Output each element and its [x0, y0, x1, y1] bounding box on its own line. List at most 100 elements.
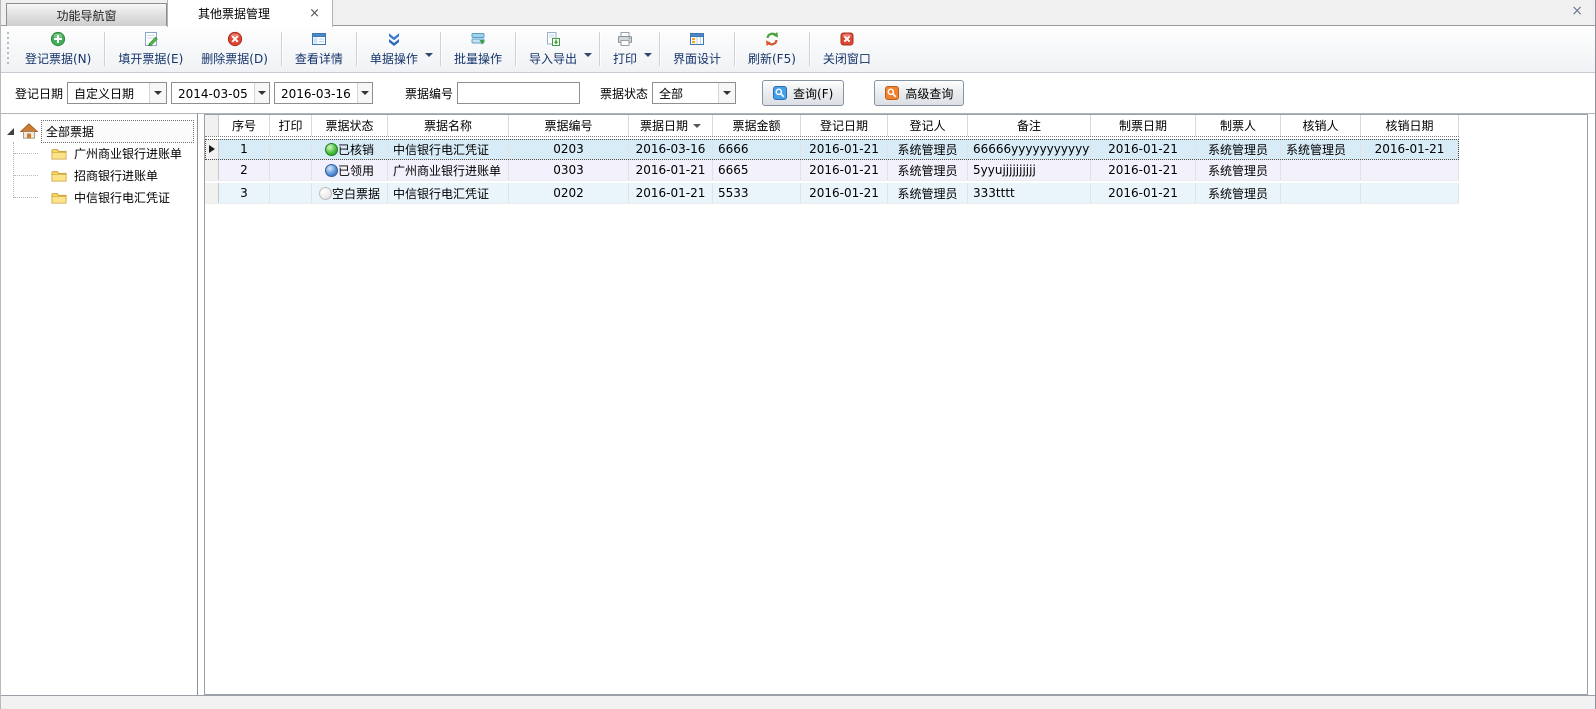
app-window: 功能导航窗 其他票据管理 × × 登记票据(N)填开票据(E)删除票据(D) 查看… [0, 0, 1596, 709]
toolbar-button[interactable]: 登记票据(N) [16, 29, 100, 69]
sidebar-item[interactable]: 广州商业银行进账单 [1, 142, 197, 164]
column-header-label: 票据名称 [424, 117, 472, 134]
cell-verify_date [1361, 183, 1459, 203]
folder-icon [51, 147, 67, 160]
cell-status: 空白票据 [312, 183, 388, 203]
cell-print [270, 183, 312, 203]
sidebar-item-label: 招商银行进账单 [74, 167, 158, 184]
column-header-status[interactable]: 票据状态 [312, 115, 388, 136]
chevron-down-icon[interactable] [254, 83, 269, 103]
column-header-amount[interactable]: 票据金额 [713, 115, 801, 136]
column-header-reg_date[interactable]: 登记日期 [801, 115, 888, 136]
chevron-down-icon[interactable] [357, 83, 372, 103]
advanced-query-button[interactable]: 高级查询 [874, 80, 964, 106]
column-header-label: 核销人 [1302, 117, 1338, 134]
toolbar-button[interactable]: 填开票据(E) [109, 29, 192, 69]
window-close-icon[interactable]: × [1571, 4, 1583, 18]
column-header-reg_user[interactable]: 登记人 [888, 115, 968, 136]
table-row[interactable]: 1已核销中信银行电汇凭证02032016-03-1666662016-01-21… [205, 139, 1459, 160]
column-header-label: 票据日期 [640, 117, 688, 134]
dropdown-arrow-icon[interactable] [644, 53, 652, 61]
cell-amount: 6665 [713, 160, 801, 180]
column-header-note[interactable]: 备注 [968, 115, 1091, 136]
close-window-icon [839, 31, 855, 47]
column-header-make_user[interactable]: 制票人 [1196, 115, 1281, 136]
dropdown-arrow-icon[interactable] [584, 53, 592, 61]
column-header-date[interactable]: 票据日期 [629, 115, 713, 136]
status-select[interactable]: 全部 [652, 82, 736, 104]
row-indicator-header [205, 115, 219, 136]
date-to-select[interactable]: 2016-03-16 [274, 82, 373, 104]
cell-seq: 3 [219, 183, 270, 203]
column-header-print[interactable]: 打印 [270, 115, 312, 136]
cell-date: 2016-01-21 [629, 160, 713, 180]
column-header-no[interactable]: 票据编号 [509, 115, 629, 136]
cell-amount: 5533 [713, 183, 801, 203]
toolbar-button-group: 关闭窗口 [814, 28, 880, 70]
cell-date: 2016-03-16 [629, 139, 713, 159]
tab-other-bills[interactable]: 其他票据管理 × [167, 0, 333, 27]
date-from-select[interactable]: 2014-03-05 [171, 82, 270, 104]
sidebar-item[interactable]: 招商银行进账单 [1, 164, 197, 186]
tab-label: 功能导航窗 [56, 7, 116, 24]
sidebar: 全部票据 广州商业银行进账单招商银行进账单中信银行电汇凭证 [1, 114, 198, 695]
query-button[interactable]: 查询(F) [762, 80, 844, 106]
table-row[interactable]: 2已领用广州商业银行进账单03032016-01-2166652016-01-2… [205, 160, 1459, 181]
column-header-verify_user[interactable]: 核销人 [1281, 115, 1361, 136]
column-header-label: 制票人 [1220, 117, 1256, 134]
gray-sphere-icon [319, 187, 332, 200]
toolbar-button-label: 关闭窗口 [823, 50, 871, 67]
toolbar-button[interactable]: 批量操作 [445, 29, 511, 69]
cell-name: 中信银行电汇凭证 [388, 139, 509, 159]
column-header-make_date[interactable]: 制票日期 [1091, 115, 1196, 136]
toolbar-button[interactable]: 关闭窗口 [814, 29, 880, 69]
cell-no: 0202 [509, 183, 629, 203]
chevron-down-icon[interactable] [718, 83, 735, 103]
toolbar-button[interactable]: 单据操作 [361, 29, 427, 69]
toolbar-separator [515, 32, 516, 66]
date-mode-select[interactable]: 自定义日期 [67, 82, 167, 104]
tree-expander-icon[interactable] [7, 128, 14, 135]
cell-make_user: 系统管理员 [1196, 183, 1281, 203]
column-header-name[interactable]: 票据名称 [388, 115, 509, 136]
toolbar-button[interactable]: 打印 [604, 29, 646, 69]
home-icon [20, 123, 38, 139]
ui-design-icon [689, 31, 705, 47]
sidebar-item[interactable]: 中信银行电汇凭证 [1, 186, 197, 208]
toolbar-button[interactable]: 查看详情 [286, 29, 352, 69]
bill-no-input[interactable] [457, 82, 580, 104]
column-header-seq[interactable]: 序号 [219, 115, 270, 136]
tab-close-icon[interactable]: × [309, 7, 320, 20]
cell-note: 333tttt [968, 183, 1091, 203]
toolbar-separator [809, 32, 810, 66]
toolbar-button-group: 登记票据(N) [16, 28, 100, 70]
cell-date: 2016-01-21 [629, 183, 713, 203]
bill-type-tree: 全部票据 广州商业银行进账单招商银行进账单中信银行电汇凭证 [1, 114, 197, 208]
green-sphere-icon [325, 143, 338, 156]
status-text: 已领用 [338, 162, 374, 179]
column-header-verify_date[interactable]: 核销日期 [1361, 115, 1459, 136]
toolbar-button-label: 查看详情 [295, 50, 343, 67]
current-row-arrow-icon [209, 145, 215, 153]
toolbar-button-group: 删除票据(D) [192, 28, 277, 70]
chevron-down-icon[interactable] [149, 83, 166, 103]
row-indicator [205, 160, 219, 180]
toolbar-separator [659, 32, 660, 66]
cell-seq: 1 [219, 139, 270, 159]
tab-function-nav[interactable]: 功能导航窗 [6, 3, 167, 26]
cell-make_date: 2016-01-21 [1091, 183, 1196, 203]
cell-print [270, 139, 312, 159]
sidebar-item-all-bills[interactable]: 全部票据 [1, 120, 197, 142]
dropdown-arrow-icon[interactable] [425, 53, 433, 61]
toolbar-button-group: 填开票据(E) [109, 28, 192, 70]
toolbar-button[interactable]: 刷新(F5) [739, 29, 805, 69]
tree-children: 广州商业银行进账单招商银行进账单中信银行电汇凭证 [1, 142, 197, 208]
toolbar-button[interactable]: 导入导出 [520, 29, 586, 69]
toolbar-button-group: 批量操作 [445, 28, 511, 70]
toolbar-button-label: 界面设计 [673, 50, 721, 67]
table-row[interactable]: 3空白票据中信银行电汇凭证02022016-01-2155332016-01-2… [205, 183, 1459, 204]
details-panel-icon [311, 31, 327, 47]
toolbar-button[interactable]: 删除票据(D) [192, 29, 277, 69]
toolbar-button[interactable]: 界面设计 [664, 29, 730, 69]
toolbar-grip [6, 32, 11, 66]
